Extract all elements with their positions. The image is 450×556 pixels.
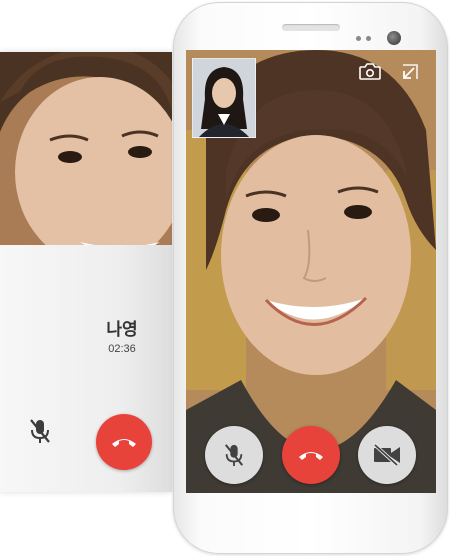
caller-photo xyxy=(0,52,172,245)
phone-device xyxy=(173,2,448,554)
caller-photo-image xyxy=(0,52,172,245)
end-call-button-secondary[interactable] xyxy=(96,414,152,470)
caller-name: 나영 xyxy=(106,320,138,339)
videocam-off-icon xyxy=(373,444,400,466)
switch-camera-icon xyxy=(359,63,381,80)
end-call-button[interactable] xyxy=(282,426,340,484)
video-off-button[interactable] xyxy=(358,426,416,484)
video-call-screen xyxy=(186,50,436,493)
self-view-image xyxy=(193,59,255,137)
minimize-button[interactable] xyxy=(400,62,420,87)
self-view-video[interactable] xyxy=(192,58,256,138)
minimize-arrow-icon xyxy=(403,64,418,79)
mute-button[interactable] xyxy=(28,417,52,450)
switch-camera-button[interactable] xyxy=(358,62,382,87)
mic-off-icon xyxy=(224,444,244,466)
mic-off-icon xyxy=(30,419,50,443)
phone-front-camera xyxy=(387,31,401,45)
phone-sensor xyxy=(356,36,361,41)
phone-speaker xyxy=(282,24,340,31)
call-duration: 02:36 xyxy=(108,343,136,355)
call-end-icon xyxy=(299,452,323,460)
call-end-icon xyxy=(112,439,136,447)
mute-button[interactable] xyxy=(205,426,263,484)
phone-sensor xyxy=(366,36,371,41)
call-info-panel: 나영 02:36 xyxy=(0,52,172,492)
